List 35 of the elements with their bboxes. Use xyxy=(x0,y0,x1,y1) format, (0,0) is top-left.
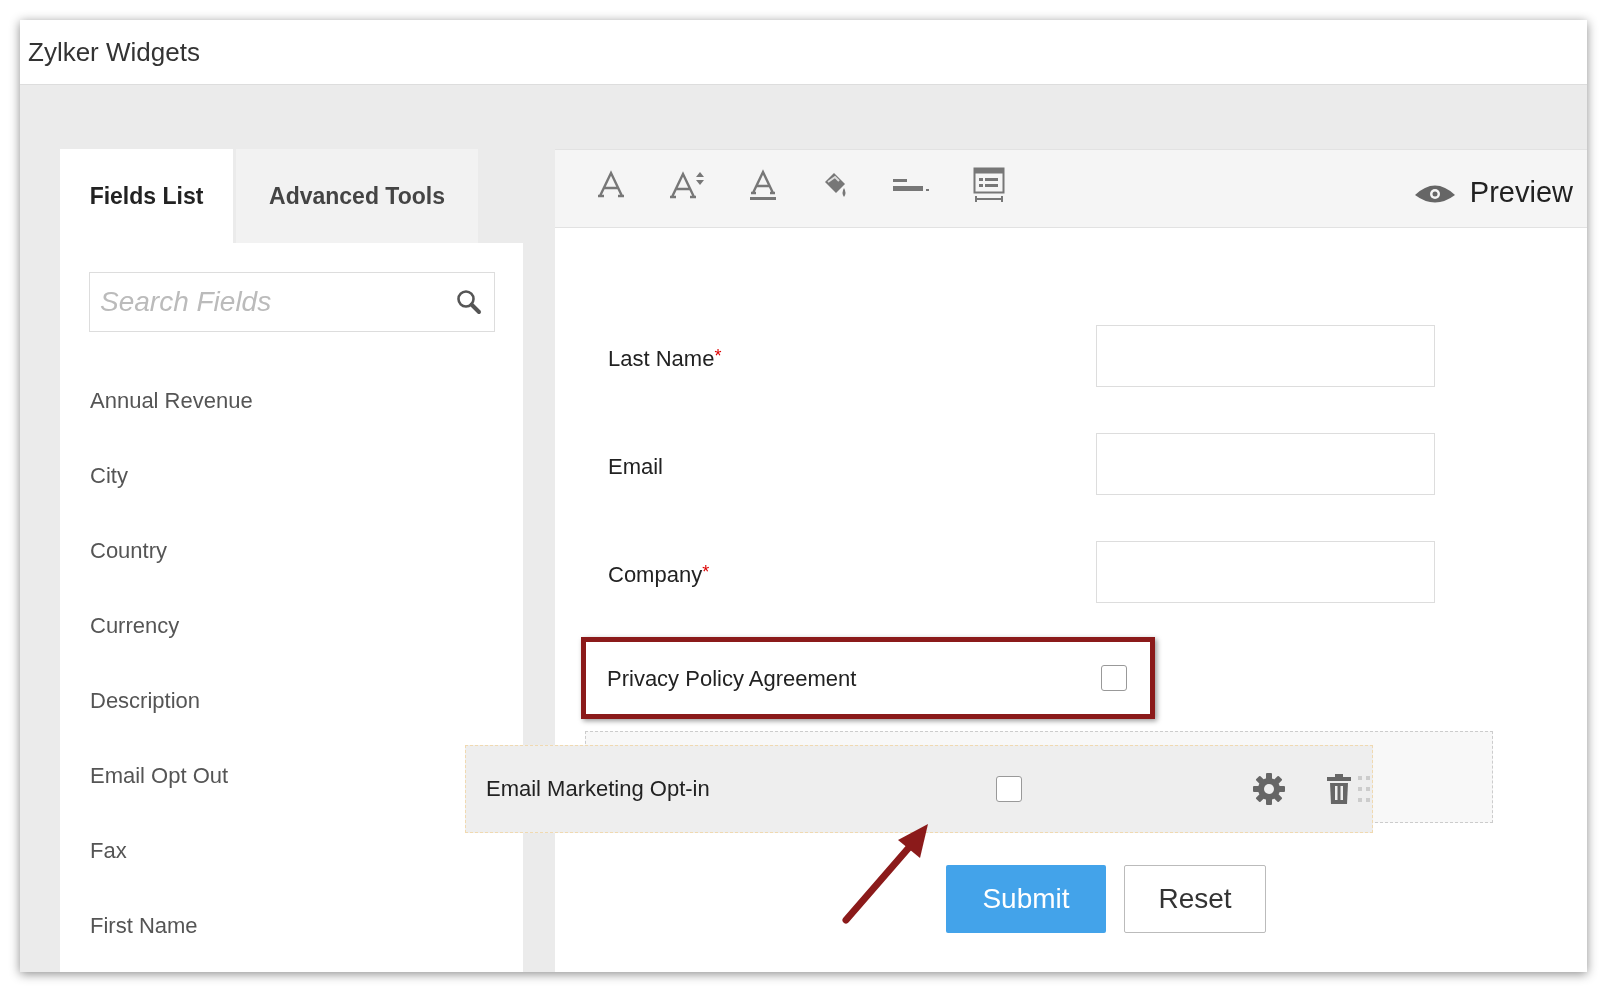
text-input[interactable] xyxy=(1096,325,1435,387)
underline-font-icon[interactable] xyxy=(749,168,777,201)
field-list-item[interactable]: First Name xyxy=(89,913,198,939)
font-icon[interactable] xyxy=(597,169,625,200)
required-asterisk: * xyxy=(714,346,722,366)
search-input[interactable]: Search Fields xyxy=(98,285,456,319)
window-title: Zylker Widgets xyxy=(28,36,200,68)
required-asterisk: * xyxy=(702,562,710,582)
field-list-item[interactable]: Country xyxy=(89,538,168,564)
field-list-item[interactable]: Fax xyxy=(89,838,127,864)
settings-icon[interactable] xyxy=(1252,772,1286,806)
text-input[interactable] xyxy=(1096,433,1435,495)
field-list-item[interactable]: Description xyxy=(89,688,201,714)
field-label: Email Marketing Opt-in xyxy=(486,776,711,802)
search-field[interactable]: Search Fields xyxy=(89,272,495,332)
tab[interactable]: Fields List xyxy=(60,149,233,243)
field-label: Last Name* xyxy=(608,345,723,372)
field-list-item[interactable]: Email Opt Out xyxy=(89,763,229,789)
dragged-field-row[interactable]: Email Marketing Opt-in xyxy=(465,745,1373,833)
drag-handle-icon[interactable] xyxy=(1358,776,1370,802)
field-list-item[interactable]: Annual Revenue xyxy=(89,388,253,414)
field-list-item[interactable]: Currency xyxy=(89,613,180,639)
field-label: Privacy Policy Agreement xyxy=(607,665,858,692)
field-list-item[interactable]: City xyxy=(89,463,128,489)
form-layout-icon[interactable] xyxy=(973,166,1005,203)
field-label: Email xyxy=(608,453,664,480)
field-label: Company* xyxy=(608,561,711,588)
preview-link[interactable]: Preview xyxy=(1469,176,1573,209)
checkbox[interactable] xyxy=(1101,665,1127,691)
reset-button[interactable]: Reset xyxy=(1124,865,1266,933)
search-icon[interactable] xyxy=(456,289,482,315)
tab[interactable]: Advanced Tools xyxy=(236,149,478,243)
trash-icon[interactable] xyxy=(1326,773,1352,805)
checkbox[interactable] xyxy=(996,776,1022,802)
text-input[interactable] xyxy=(1096,541,1435,603)
